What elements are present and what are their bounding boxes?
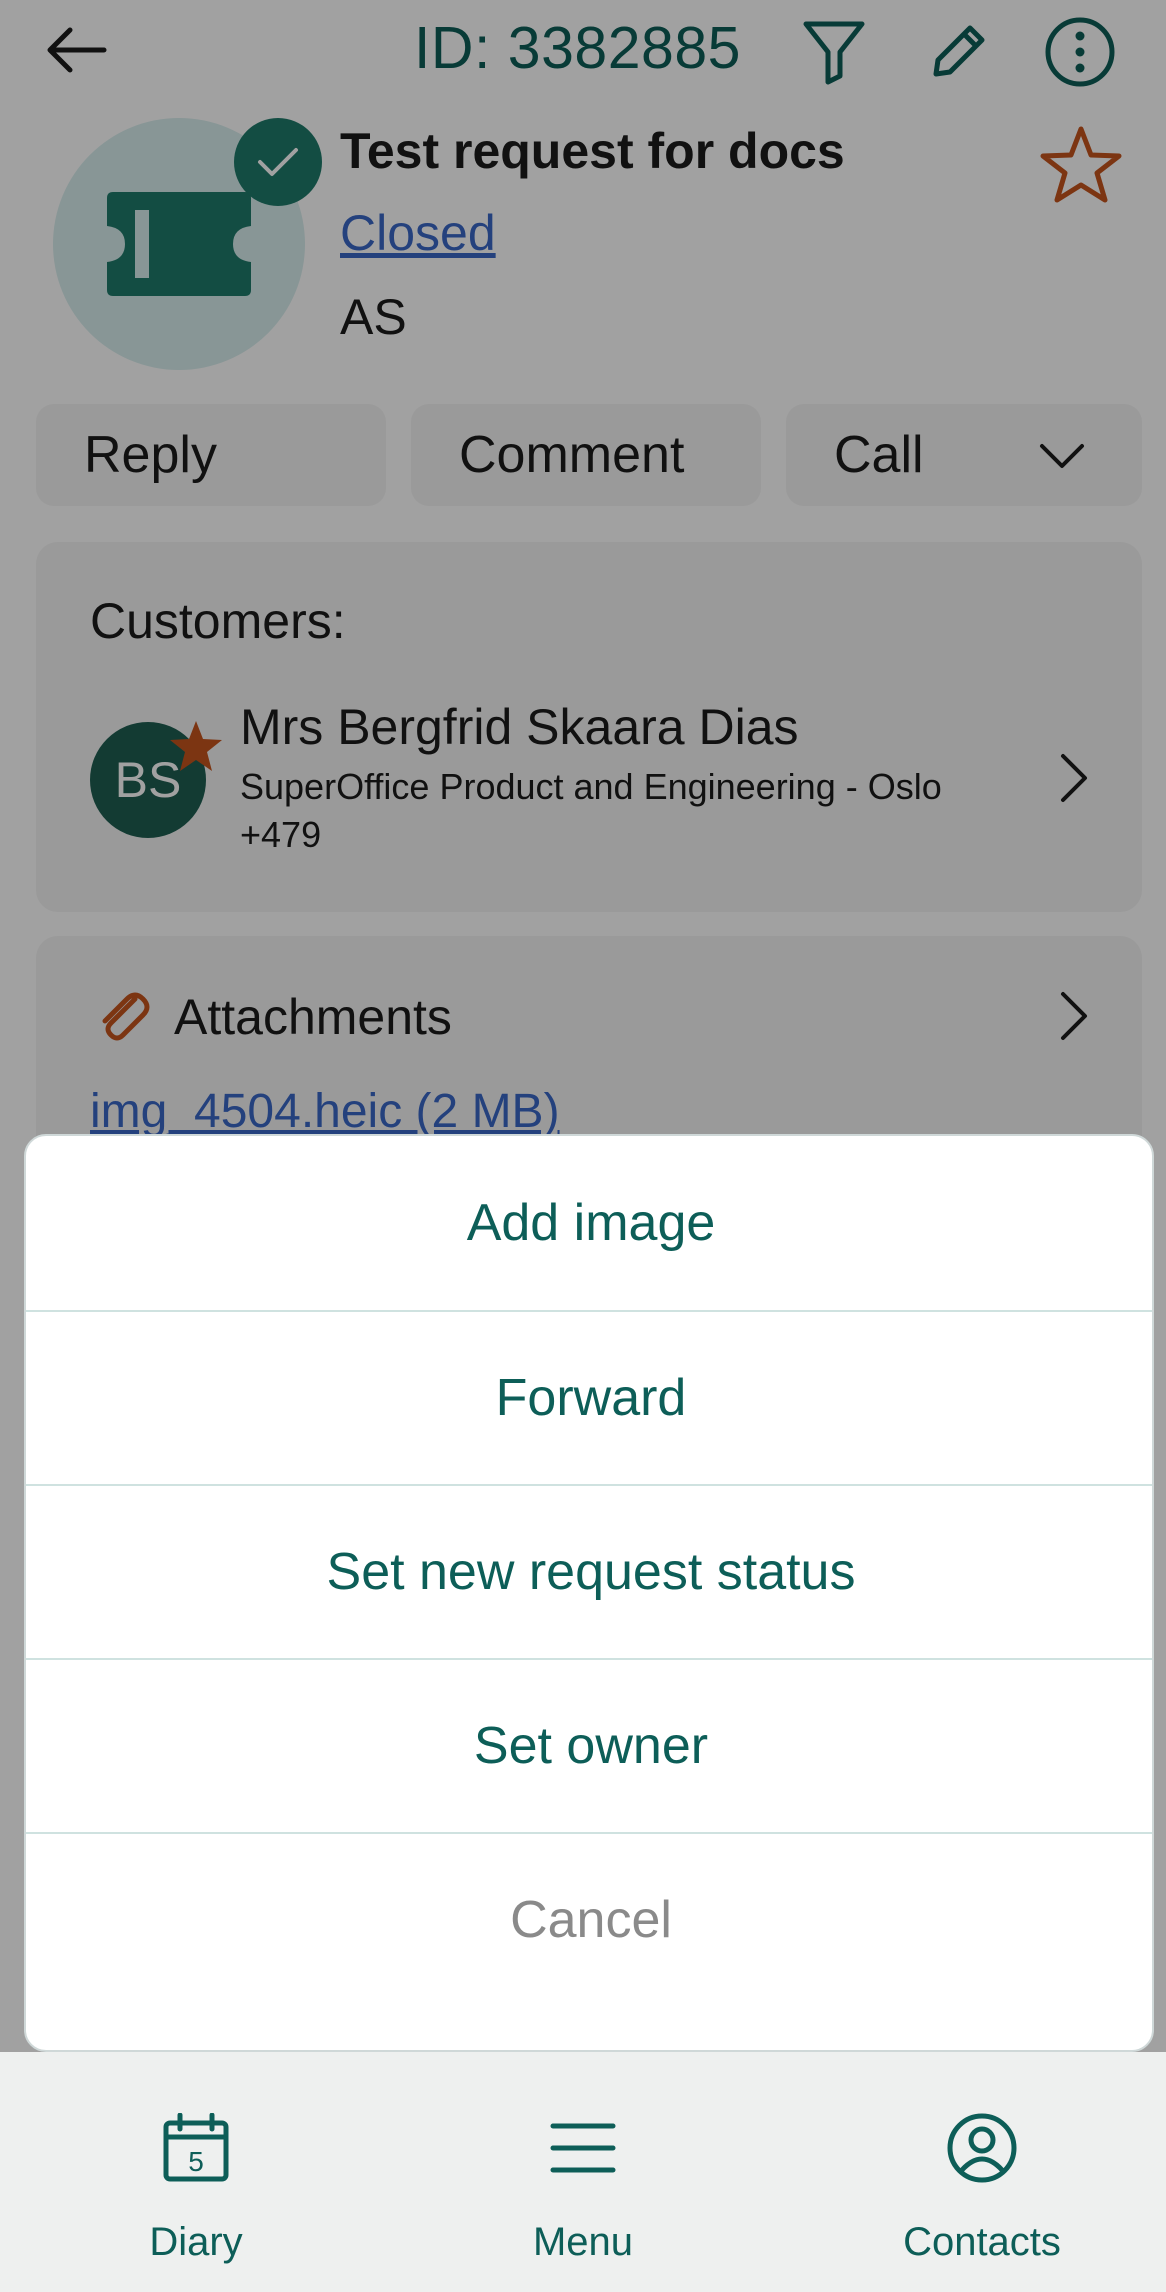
menu-icon <box>543 2108 623 2188</box>
nav-contacts[interactable]: Contacts <box>832 2052 1132 2292</box>
bottom-navigation: 5 Diary Menu Contacts <box>0 2052 1166 2292</box>
nav-diary[interactable]: 5 Diary <box>46 2052 346 2292</box>
cancel-option[interactable]: Cancel <box>26 1832 1152 2006</box>
add-image-option[interactable]: Add image <box>26 1136 1152 1310</box>
request-screen: ID: 3382885 Test request for docs Closed… <box>0 0 1166 2052</box>
nav-menu[interactable]: Menu <box>433 2052 733 2292</box>
nav-contacts-label: Contacts <box>903 2220 1061 2264</box>
action-sheet: Add image Forward Set new request status… <box>24 1134 1154 2052</box>
nav-diary-label: Diary <box>149 2220 243 2264</box>
calendar-icon: 5 <box>156 2108 236 2188</box>
calendar-day: 5 <box>188 2146 204 2177</box>
forward-option[interactable]: Forward <box>26 1310 1152 1484</box>
set-owner-option[interactable]: Set owner <box>26 1658 1152 1832</box>
contact-icon <box>942 2108 1022 2188</box>
nav-menu-label: Menu <box>532 2220 634 2264</box>
set-request-status-option[interactable]: Set new request status <box>26 1484 1152 1658</box>
